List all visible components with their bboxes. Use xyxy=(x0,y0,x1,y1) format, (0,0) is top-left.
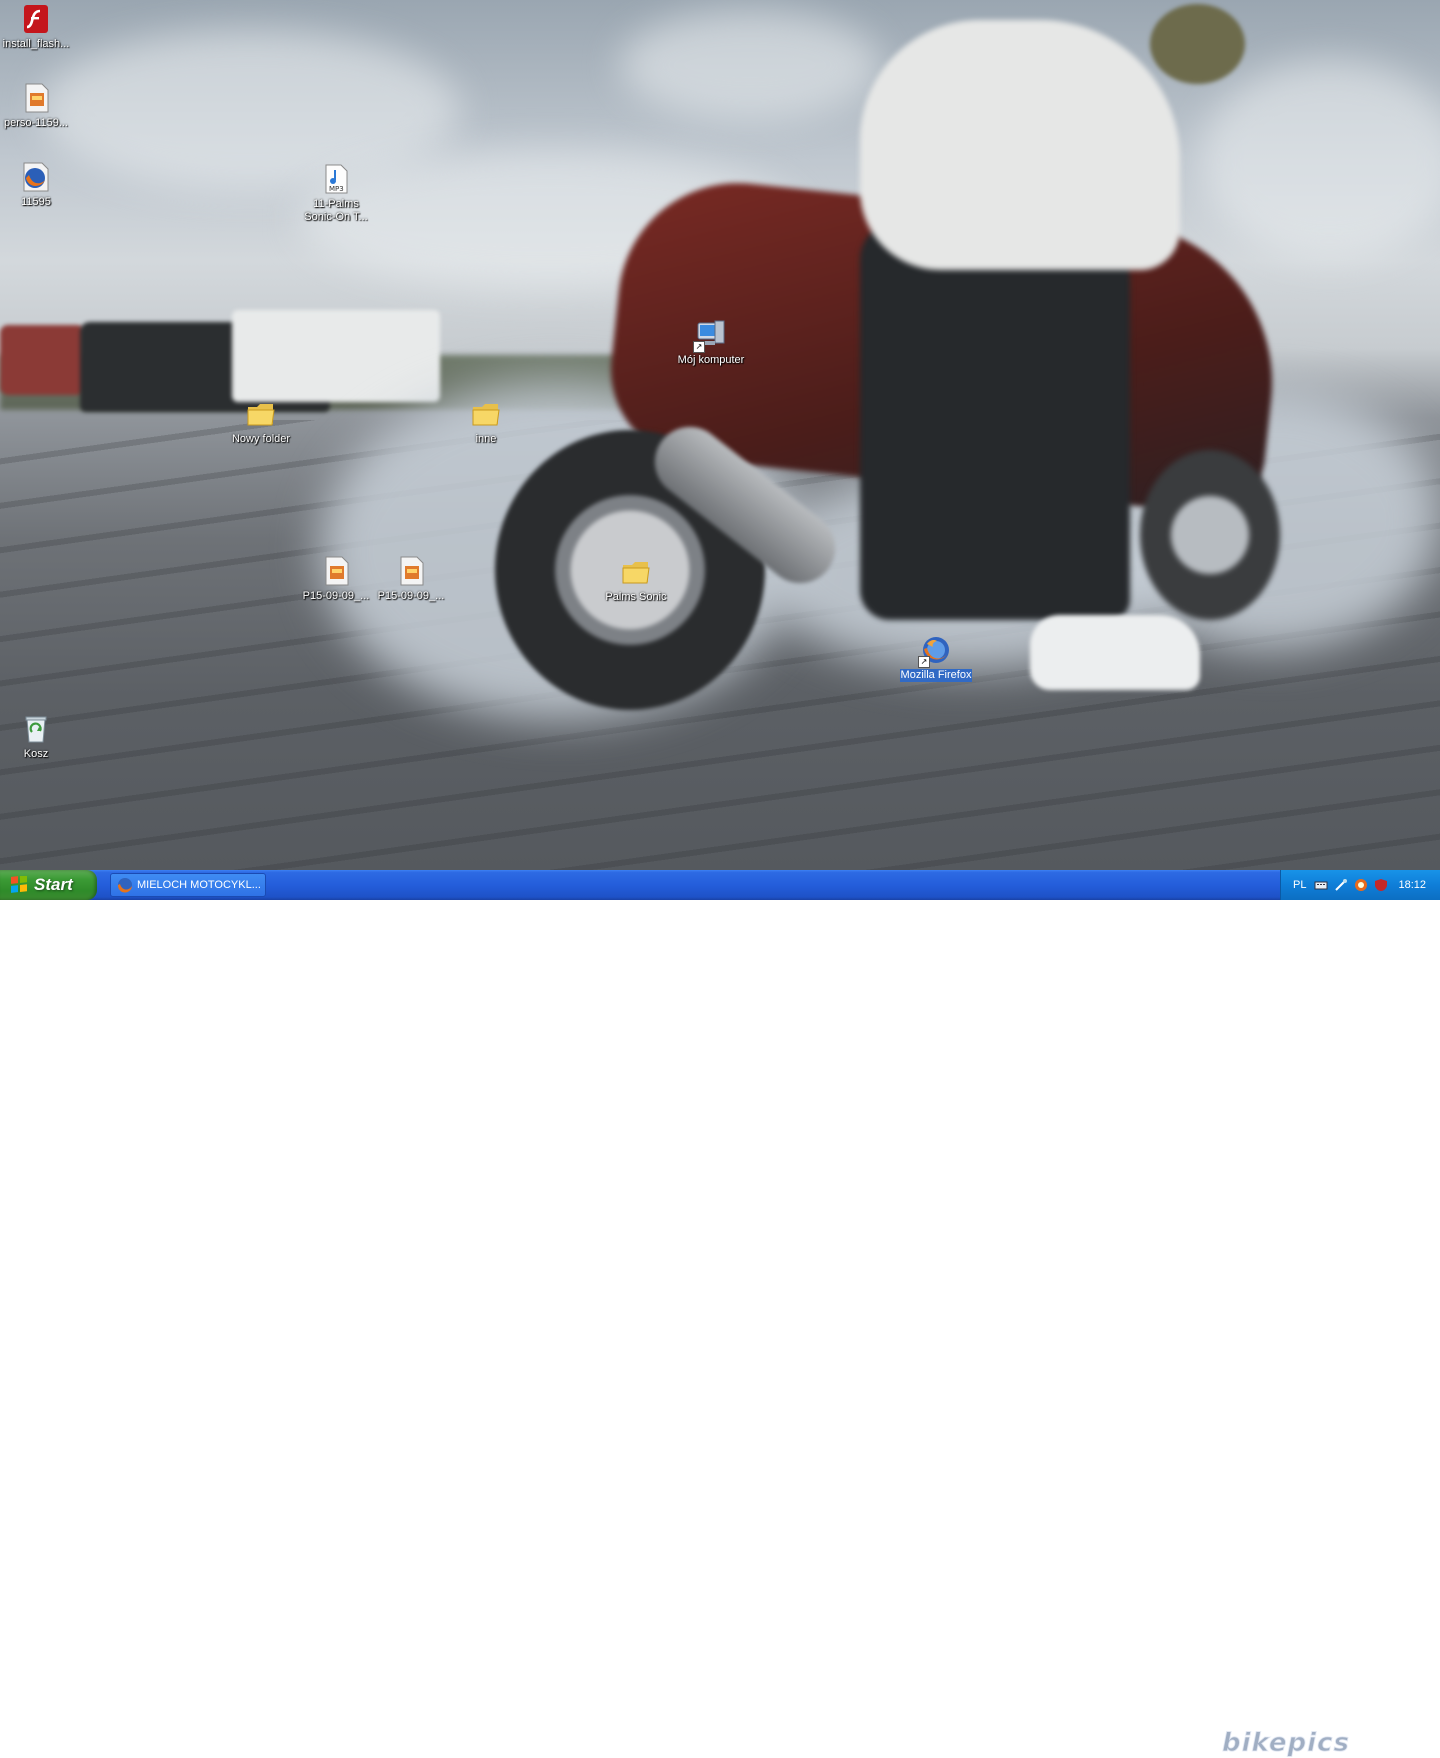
clock[interactable]: 18:12 xyxy=(1398,879,1426,891)
network-icon[interactable] xyxy=(1334,878,1348,892)
desktop-icon-mozilla-firefox[interactable]: ↗ Mozilla Firefox xyxy=(898,634,974,682)
security-shield-icon[interactable] xyxy=(1374,878,1388,892)
desktop-icon-recycle-bin[interactable]: Kosz xyxy=(0,713,74,761)
desktop[interactable]: install_flash... perso-1159... 11595 MP3… xyxy=(0,0,1440,870)
icon-label: perso-1159... xyxy=(3,117,68,129)
start-label: Start xyxy=(34,875,73,894)
desktop-icon-inne[interactable]: inne xyxy=(448,398,524,446)
firefox-icon xyxy=(117,877,133,893)
icon-label: Kosz xyxy=(23,748,49,760)
mp3-file-icon: MP3 xyxy=(320,163,352,195)
wallpaper-watermark: bikepics xyxy=(1222,1728,1350,1758)
shortcut-arrow-icon: ↗ xyxy=(918,656,930,668)
flash-installer-icon xyxy=(20,3,52,35)
icon-label: Palms Sonic xyxy=(605,591,667,603)
taskbar-window-label: MIELOCH MOTOCYKL... xyxy=(137,879,261,891)
windows-logo-icon xyxy=(10,875,28,894)
desktop-icon-nowy-folder[interactable]: Nowy folder xyxy=(223,398,299,446)
folder-icon xyxy=(245,398,277,430)
desktop-icon-perso[interactable]: perso-1159... xyxy=(0,82,74,130)
desktop-icon-p15-09-09-a[interactable]: P15-09-09_... xyxy=(298,555,374,603)
folder-icon xyxy=(620,556,652,588)
icon-label: P15-09-09_... xyxy=(302,590,370,602)
image-file-icon xyxy=(395,555,427,587)
shortcut-arrow-icon: ↗ xyxy=(693,341,705,353)
recycle-bin-icon xyxy=(20,713,52,745)
desktop-icon-install-flash[interactable]: install_flash... xyxy=(0,3,74,51)
icon-label: Mój komputer xyxy=(677,354,745,366)
language-indicator[interactable]: PL xyxy=(1293,879,1306,891)
icon-label: Mozilla Firefox xyxy=(899,669,973,682)
desktop-icon-p15-09-09-b[interactable]: P15-09-09_... xyxy=(373,555,449,603)
icon-label: Nowy folder xyxy=(231,433,291,445)
system-tray: PL 18:12 xyxy=(1280,870,1440,900)
desktop-icon-my-computer[interactable]: ↗ Mój komputer xyxy=(673,319,749,367)
antivirus-icon[interactable] xyxy=(1354,878,1368,892)
start-button[interactable]: Start xyxy=(0,870,97,900)
taskbar-window-button[interactable]: MIELOCH MOTOCYKL... xyxy=(110,873,266,897)
taskbar: Start MIELOCH MOTOCYKL... bikepics PL 18… xyxy=(0,870,1440,1758)
keyboard-icon[interactable] xyxy=(1314,878,1328,892)
image-file-icon xyxy=(20,82,52,114)
firefox-icon: ↗ xyxy=(918,634,952,668)
image-file-icon xyxy=(320,555,352,587)
desktop-icon-palms-sonic-folder[interactable]: Palms Sonic xyxy=(598,556,674,604)
icon-label: P15-09-09_... xyxy=(377,590,445,602)
icon-label: install_flash... xyxy=(2,38,70,50)
icon-label: 11-Palms Sonic-On T... xyxy=(304,198,368,223)
desktop-icon-palms-sonic-mp3[interactable]: MP3 11-Palms Sonic-On T... xyxy=(298,163,374,224)
firefox-file-icon xyxy=(20,161,52,193)
icon-label: 11595 xyxy=(21,196,51,208)
svg-text:MP3: MP3 xyxy=(329,185,344,193)
desktop-icon-11595[interactable]: 11595 xyxy=(0,161,74,209)
folder-icon xyxy=(470,398,502,430)
icon-label: inne xyxy=(475,433,497,445)
my-computer-icon: ↗ xyxy=(693,319,727,353)
